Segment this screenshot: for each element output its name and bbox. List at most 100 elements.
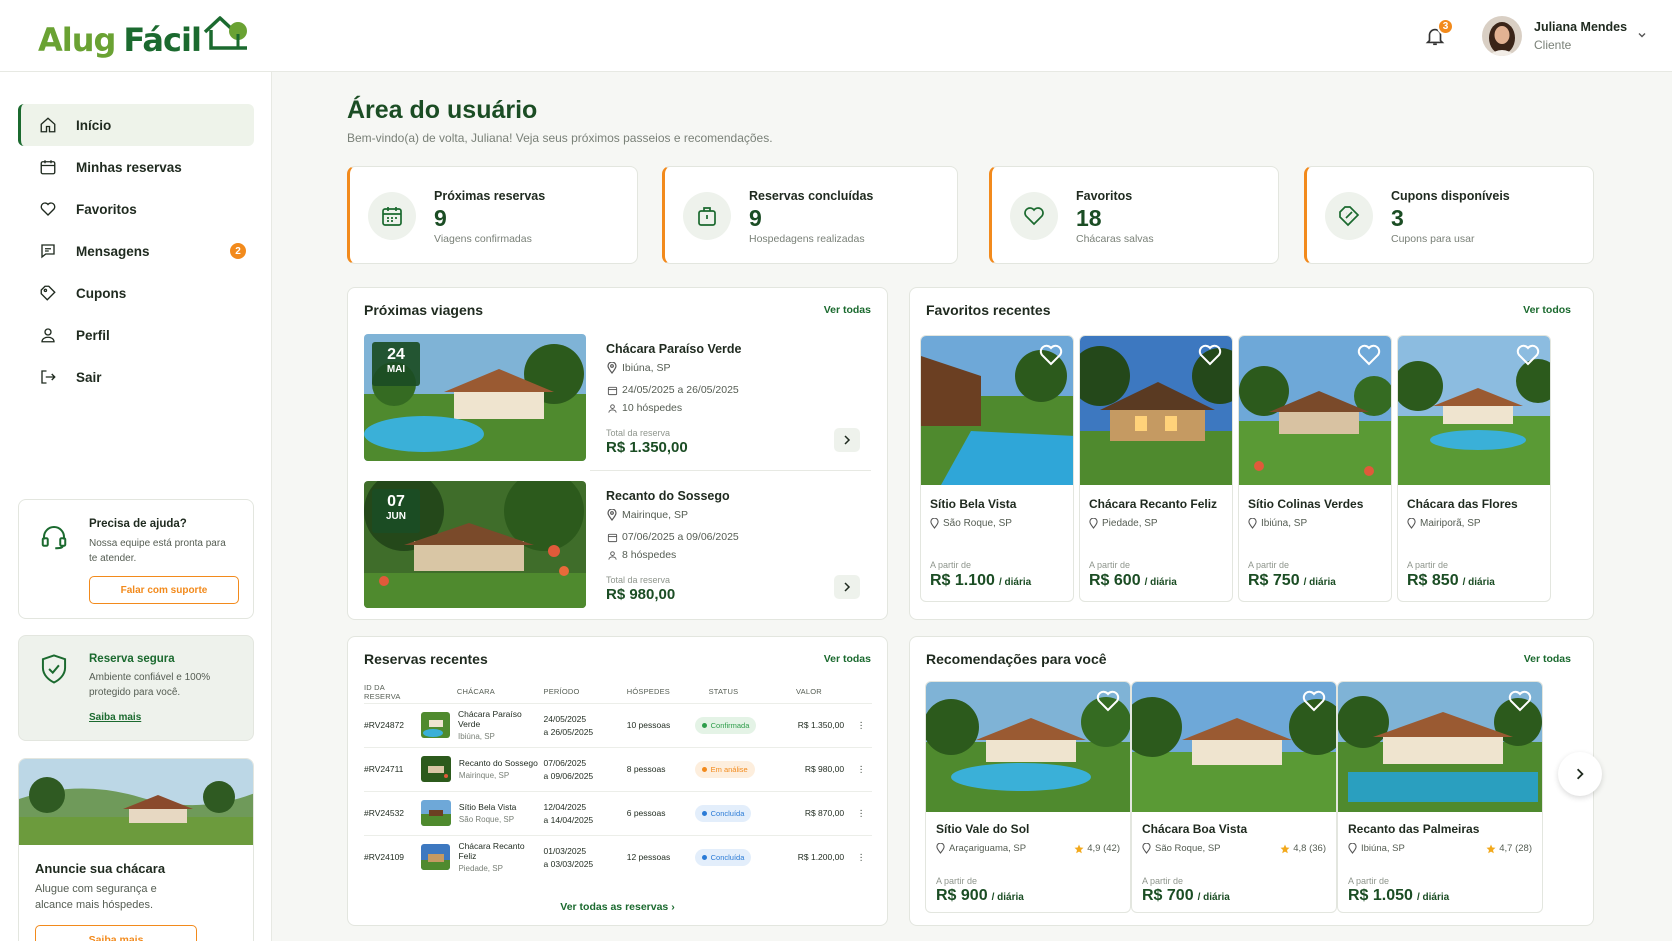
reservation-guests: 12 pessoas — [626, 834, 695, 879]
property-thumbnail — [420, 712, 450, 738]
learn-more-link[interactable]: Saiba mais — [89, 712, 141, 723]
favorite-card[interactable]: Sítio Bela Vista São Roque, SP A partir … — [920, 335, 1074, 602]
heart-icon[interactable] — [1508, 690, 1532, 712]
status-badge: Concluída — [694, 804, 752, 822]
advertise-button[interactable]: Saiba mais — [35, 925, 197, 941]
price-unit: / diária — [1462, 577, 1495, 588]
chevron-right-icon — [1576, 768, 1584, 780]
sidebar-item-minhas-reservas[interactable]: Minhas reservas — [18, 146, 254, 188]
user-menu[interactable]: Juliana Mendes Cliente — [1482, 16, 1627, 56]
price-unit: / diária — [1197, 892, 1230, 903]
property-location: Araçariguama, SP — [936, 843, 1026, 854]
trip-item[interactable]: 07 JUN Recanto do Sossego Mairinque, SP … — [364, 481, 860, 609]
favorite-card[interactable]: Chácara das Flores Mairiporã, SP A parti… — [1397, 335, 1551, 602]
reservation-value: R$ 1.200,00 — [780, 834, 851, 879]
reservation-period: 01/03/2025 a 03/03/2025 — [543, 834, 627, 879]
property-name: Recanto do Sossego — [458, 758, 538, 768]
chevron-right-icon: › — [671, 901, 675, 913]
heart-icon[interactable] — [1357, 344, 1381, 366]
property-price: R$ 1.050/ diária — [1348, 887, 1449, 905]
sidebar-item-cupons[interactable]: Cupons — [18, 272, 254, 314]
trip-date-badge: 07 JUN — [372, 489, 420, 533]
section-title: Próximas viagens — [364, 302, 484, 318]
table-row[interactable]: #RV24532 Sítio Bela Vista São Roque, SP 1… — [364, 790, 872, 835]
carousel-next-button[interactable] — [1558, 752, 1602, 796]
more-options-icon[interactable]: ⋮ — [850, 702, 872, 747]
price-unit: / diária — [991, 892, 1024, 903]
status-text: Em análise — [710, 764, 748, 774]
heart-icon[interactable] — [1096, 690, 1120, 712]
favorite-card[interactable]: Sítio Colinas Verdes Ibiúna, SP A partir… — [1238, 335, 1392, 602]
reservation-status: Concluída — [694, 790, 780, 835]
contact-support-button[interactable]: Falar com suporte — [89, 576, 239, 604]
logo[interactable]: Alug Fácil — [38, 14, 249, 56]
trip-total-label: Total da reserva — [606, 575, 671, 585]
reservation-property: Chácara Paraíso Verde Ibiúna, SP — [420, 702, 544, 747]
price-from-label: A partir de — [1348, 876, 1390, 886]
property-location: São Roque, SP — [1142, 843, 1221, 854]
coupon-icon — [1325, 192, 1373, 240]
property-name: Chácara Recanto Feliz — [1089, 497, 1218, 511]
heart-icon[interactable] — [1039, 344, 1063, 366]
section-title: Recomendações para você — [926, 651, 1107, 667]
view-all-recommendations-link[interactable]: Ver todas — [1524, 653, 1571, 665]
divider — [590, 470, 871, 471]
period-end: a 26/05/2025 — [543, 726, 594, 737]
reservation-id: #RV24532 — [364, 790, 421, 835]
page-title: Área do usuário — [347, 96, 538, 124]
view-all-trips-link[interactable]: Ver todas — [824, 304, 871, 316]
reservation-value: R$ 870,00 — [780, 790, 851, 835]
period-end: a 09/06/2025 — [543, 770, 594, 781]
sidebar-item-perfil[interactable]: Perfil — [18, 314, 254, 356]
sidebar-item-favoritos[interactable]: Favoritos — [18, 188, 254, 230]
sidebar-item-mensagens[interactable]: Mensagens 2 — [18, 230, 254, 272]
sidebar-item-sair[interactable]: Sair — [18, 356, 254, 398]
stat-value: 9 — [749, 205, 762, 231]
star-icon — [1074, 844, 1084, 854]
recommendation-card[interactable]: Chácara Boa Vista São Roque, SP 4,8 (36)… — [1131, 681, 1337, 913]
trip-guests: 10 hóspedes — [606, 402, 682, 414]
property-location-text: Piedade, SP — [1102, 518, 1158, 529]
sidebar-item-label: Sair — [76, 369, 102, 385]
price-value: R$ 1.100 — [930, 572, 995, 589]
property-location-text: São Roque, SP — [1155, 843, 1221, 854]
chevron-down-icon[interactable] — [1637, 30, 1647, 40]
table-row[interactable]: #RV24872 Chácara Paraíso Verde Ibiúna, SP… — [364, 702, 872, 747]
heart-icon — [1010, 192, 1058, 240]
reservation-property: Sítio Bela Vista São Roque, SP — [420, 790, 544, 835]
recommendation-card[interactable]: Sítio Vale do Sol Araçariguama, SP 4,9 (… — [925, 681, 1131, 913]
reservation-property: Recanto do Sossego Mairinque, SP — [420, 746, 544, 791]
property-location-text: São Roque, SP — [943, 518, 1012, 529]
help-card: Precisa de ajuda? Nossa equipe está pron… — [18, 499, 254, 619]
trip-name: Recanto do Sossego — [606, 489, 730, 503]
price-unit: / diária — [1416, 892, 1450, 903]
section-title: Favoritos recentes — [926, 302, 1051, 318]
calendar-icon — [368, 192, 416, 240]
top-bar: Alug Fácil 3 Juliana Mendes Cliente — [0, 0, 1672, 72]
stat-value: 18 — [1076, 205, 1102, 231]
trip-details-button[interactable] — [834, 428, 860, 452]
sidebar-item-inicio[interactable]: Início — [18, 104, 254, 146]
more-options-icon[interactable]: ⋮ — [850, 834, 872, 879]
view-all-reservations-link[interactable]: Ver todas — [824, 653, 871, 665]
property-price: R$ 750/ diária — [1248, 572, 1336, 590]
price-from-label: A partir de — [1407, 560, 1449, 570]
reservation-status: Concluída — [694, 834, 780, 879]
stat-card-upcoming: Próximas reservas 9 Viagens confirmadas — [347, 166, 638, 264]
view-all-reservations-footer-link[interactable]: Ver todas as reservas › — [348, 901, 887, 913]
recommendation-card[interactable]: Recanto das Palmeiras Ibiúna, SP 4,7 (28… — [1337, 681, 1543, 913]
heart-icon[interactable] — [1516, 344, 1540, 366]
trip-item[interactable]: 24 MAI Chácara Paraíso Verde Ibiúna, SP … — [364, 334, 860, 462]
view-all-favorites-link[interactable]: Ver todos — [1523, 304, 1571, 316]
table-row[interactable]: #RV24711 Recanto do Sossego Mairinque, SP… — [364, 746, 872, 791]
heart-icon[interactable] — [1198, 344, 1222, 366]
more-options-icon[interactable]: ⋮ — [850, 746, 872, 791]
trip-total-label: Total da reserva — [606, 428, 671, 438]
sidebar-nav: Início Minhas reservas Favoritos Mensage… — [18, 104, 254, 398]
more-options-icon[interactable]: ⋮ — [850, 790, 872, 835]
favorite-card[interactable]: Chácara Recanto Feliz Piedade, SP A part… — [1079, 335, 1233, 602]
trip-details-button[interactable] — [834, 575, 860, 599]
table-row[interactable]: #RV24109 Chácara Recanto Feliz Piedade, S… — [364, 834, 872, 879]
heart-icon[interactable] — [1302, 690, 1326, 712]
section-title: Reservas recentes — [364, 651, 488, 667]
